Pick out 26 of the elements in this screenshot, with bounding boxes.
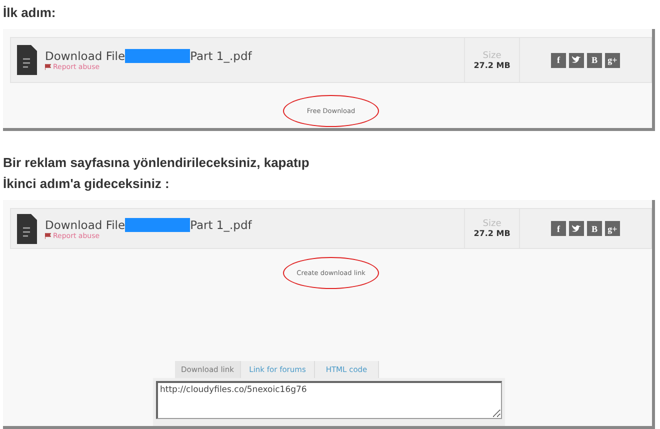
file-name: Part 1_.pdf — [190, 218, 252, 232]
document-icon — [17, 45, 37, 75]
file-name: Download File — [45, 218, 126, 232]
share-button[interactable]: g+ — [605, 221, 620, 236]
document-icon — [17, 214, 37, 244]
share-button[interactable]: g+ — [605, 52, 620, 68]
share-button[interactable]: f — [551, 221, 566, 236]
share-button[interactable] — [569, 52, 584, 68]
bird-icon — [572, 224, 581, 232]
flag-icon — [45, 64, 51, 70]
redaction-bar — [125, 49, 190, 63]
share-button[interactable]: f — [551, 52, 566, 68]
redaction-bar — [125, 218, 190, 232]
step-heading: Bir reklam sayfasına yönlendirileceksiniz, kapatıp — [2, 154, 310, 172]
file-name: Download File — [45, 49, 126, 63]
file-size: 27.2 MB — [474, 60, 510, 70]
bird-icon — [572, 56, 581, 64]
share-button[interactable] — [569, 221, 584, 236]
step-heading: İkinci adım'a gideceksiniz : — [2, 175, 170, 193]
file-name: Part 1_.pdf — [190, 49, 252, 63]
file-size: 27.2 MB — [474, 229, 510, 238]
flag-icon — [45, 232, 51, 238]
share-button[interactable]: B — [587, 52, 602, 68]
step-heading: İlk adım: — [2, 4, 57, 22]
share-button[interactable]: B — [587, 221, 602, 236]
link-field[interactable]: http://cloudyfiles.co/5nexoic16g76 — [156, 381, 502, 419]
